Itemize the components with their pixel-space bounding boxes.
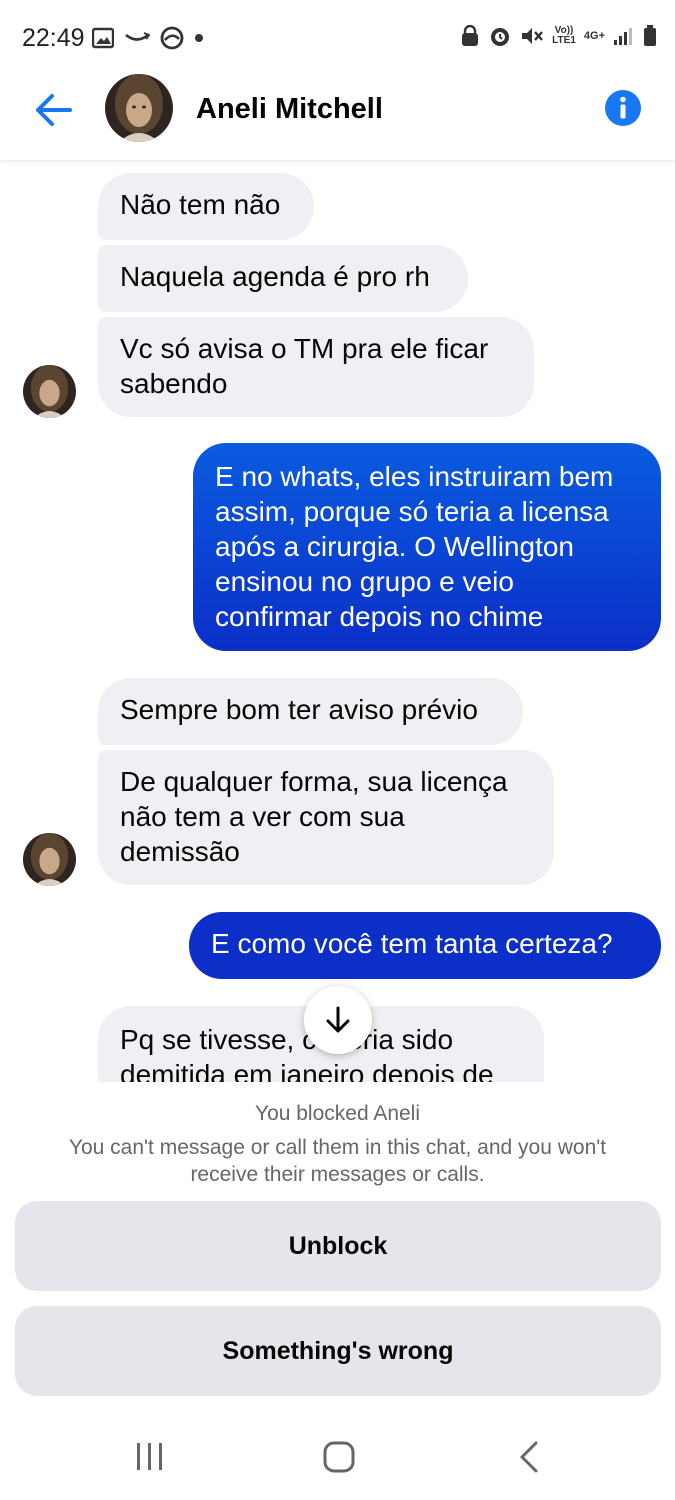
contact-name[interactable]: Aneli Mitchell (196, 93, 383, 126)
unblock-button[interactable]: Unblock (15, 1201, 661, 1291)
message-bubble-incoming[interactable]: Vc só avisa o TM pra ele ficar sabendo (98, 317, 534, 417)
recents-button[interactable] (134, 1440, 166, 1477)
message-text-line: E no whats, eles instruiram bem (215, 461, 614, 492)
message-text: E como você tem tanta certeza? (211, 928, 613, 959)
contact-avatar[interactable] (105, 74, 173, 142)
status-right-icons: Vo)) LTE1 4G+ (460, 24, 657, 48)
nav-back-icon (520, 1441, 538, 1473)
message-bubble-incoming[interactable]: Sempre bom ter aviso prévio (98, 678, 523, 745)
message-bubble-incoming[interactable]: De qualquer forma, sua licença não tem a… (98, 750, 554, 885)
blocked-title: You blocked Aneli (254, 1102, 421, 1125)
message-bubble-outgoing[interactable]: E no whats, eles instruiram bem assim, p… (193, 443, 661, 651)
message-text: Sempre bom ter aviso prévio (120, 694, 478, 725)
message-text-line: assim, porque só teria a licensa (215, 496, 609, 527)
message-text: Não tem não (120, 189, 281, 220)
alarm-icon (491, 28, 510, 46)
message-text-line: após a cirurgia. O Wellington (215, 531, 574, 562)
message-bubble-incoming[interactable]: Naquela agenda é pro rh (98, 245, 468, 312)
sender-avatar[interactable] (23, 833, 76, 886)
edge-icon (160, 26, 184, 50)
somethings-wrong-label: Something's wrong (222, 1336, 454, 1365)
mute-icon (522, 28, 544, 44)
arrow-down-icon (326, 1006, 350, 1033)
blocked-description: You can't message or call them in this c… (68, 1136, 607, 1186)
message-text-line: confirmar depois no chime (215, 601, 544, 632)
system-nav-bar (0, 1422, 675, 1500)
somethings-wrong-button[interactable]: Something's wrong (15, 1306, 661, 1396)
status-time: 22:49 (22, 24, 85, 52)
home-icon (323, 1441, 355, 1473)
chat-header: Aneli Mitchell (0, 72, 675, 160)
message-text-line: De qualquer forma, sua licença (120, 766, 508, 797)
dot-icon (195, 34, 203, 42)
amazon-icon (125, 32, 150, 41)
network-label: 4G+ (583, 30, 605, 42)
message-bubble-incoming[interactable]: Não tem não (98, 173, 314, 240)
message-bubble-outgoing[interactable]: E como você tem tanta certeza? (189, 912, 661, 979)
message-text-line: Vc só avisa o TM pra ele ficar (120, 333, 489, 364)
lock-icon (462, 25, 479, 46)
nav-back-button[interactable] (516, 1440, 542, 1479)
status-bar: 22:49 Vo)) LTE1 4G+ (0, 0, 675, 80)
volte-label: Vo)) LTE1 (552, 25, 576, 46)
blocked-panel: You blocked Aneli You can't message or c… (0, 1082, 675, 1422)
back-arrow-icon (36, 94, 72, 126)
scroll-to-bottom-button[interactable] (304, 986, 372, 1054)
message-text-line: demitida em janeiro depois de (120, 1059, 494, 1082)
back-button[interactable] (32, 92, 74, 128)
sender-avatar[interactable] (23, 365, 76, 418)
info-icon (605, 90, 641, 126)
unblock-label: Unblock (288, 1231, 388, 1260)
status-left-icons (92, 26, 204, 50)
message-text-line: não tem a ver com sua (120, 801, 405, 832)
message-text-line: ensinou no grupo e veio (215, 566, 514, 597)
home-button[interactable] (322, 1440, 356, 1479)
message-text: Naquela agenda é pro rh (120, 261, 430, 292)
message-text-line: demissão (120, 836, 240, 867)
signal-icon (614, 28, 632, 45)
recents-icon (137, 1443, 162, 1470)
message-list[interactable]: Não tem não Naquela agenda é pro rh Vc s… (0, 160, 675, 1082)
gallery-icon (92, 27, 114, 49)
battery-icon (644, 25, 656, 46)
message-text-line: sabendo (120, 368, 228, 399)
info-button[interactable] (604, 89, 642, 127)
